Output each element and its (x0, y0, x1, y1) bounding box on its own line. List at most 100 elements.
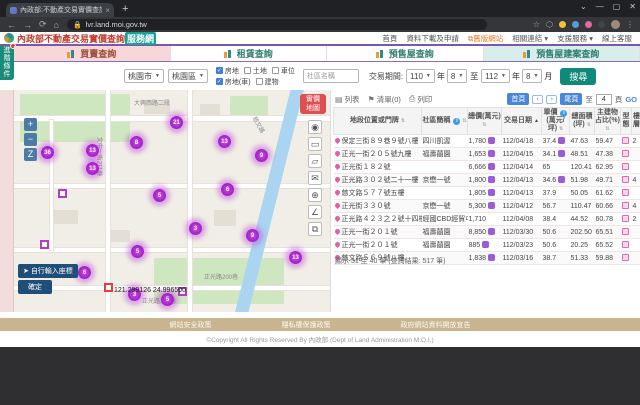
confirm-button[interactable]: 確定 (18, 280, 52, 294)
profile-avatar[interactable] (611, 20, 620, 29)
detail-icon[interactable] (488, 228, 495, 235)
price-cluster-marker[interactable]: 13 (86, 144, 99, 157)
column-header-交易日期[interactable]: 交易日期 ▲ (502, 108, 542, 135)
advanced-drawer-strip[interactable] (0, 90, 14, 312)
price-cluster-marker[interactable]: 13 (289, 251, 302, 264)
column-header-社區簡稱[interactable]: 社區簡稱 i ⇅ (422, 108, 468, 135)
month-from-select[interactable]: 8▼ (447, 69, 467, 83)
detail-icon[interactable] (488, 176, 495, 183)
building-type-icon[interactable] (622, 176, 629, 183)
extensions-icon[interactable]: ⬡ (546, 20, 553, 29)
tab-search-icon[interactable]: ⌄ (580, 2, 587, 11)
checkbox-房地[interactable]: 房地 (216, 66, 239, 76)
tab-close-icon[interactable]: × (105, 6, 110, 15)
year-to-select[interactable]: 112▼ (481, 69, 510, 83)
price-cluster-marker[interactable]: 36 (41, 146, 54, 159)
building-type-icon[interactable] (622, 228, 629, 235)
single-price-marker[interactable] (58, 189, 67, 198)
checkbox-box[interactable] (272, 67, 279, 74)
map-canvas[interactable]: 文中一街211巷正光路200巷正光路194巷慈文路大興西路二段 36131382… (14, 90, 330, 312)
zoom-out-button[interactable]: − (24, 133, 37, 146)
building-type-icon[interactable] (622, 202, 629, 209)
address-cell[interactable]: 正光路４２３之２號十四樓 (334, 213, 422, 226)
price-map-button[interactable]: 實價地圖 (300, 94, 326, 114)
building-type-icon[interactable] (622, 189, 629, 196)
detail-icon[interactable] (488, 202, 495, 209)
page-number-input[interactable] (596, 94, 612, 105)
reload-icon[interactable]: ⟳ (39, 19, 47, 30)
tab-租賃查詢[interactable]: 租賃查詢 (171, 46, 328, 61)
footer-link-網站安全政策[interactable]: 網站安全政策 (170, 320, 212, 330)
extension-pink-icon[interactable] (585, 21, 592, 28)
last-page-button[interactable]: 尾頁 (560, 93, 582, 105)
tab-預售屋建案查詢[interactable]: 預售屋建案查詢 (484, 46, 640, 61)
nav-item-首頁[interactable]: 首頁 (382, 33, 397, 44)
column-header-總價(萬元)[interactable]: 總價(萬元) ⇅ (468, 108, 502, 135)
price-cluster-marker[interactable]: 6 (221, 183, 234, 196)
checkbox-建物[interactable]: 建物 (256, 77, 279, 87)
nav-item-資料下載及申請[interactable]: 資料下載及申請 (406, 33, 459, 44)
maximize-button[interactable]: ▢ (613, 2, 621, 11)
single-price-marker[interactable] (40, 240, 49, 249)
column-header-單價[interactable]: 單價 i(萬元/坪) ⇅ (542, 108, 570, 135)
detail-icon[interactable] (558, 176, 565, 183)
footer-link-隱私權保護政策[interactable]: 隱私權保護政策 (282, 320, 331, 330)
month-to-select[interactable]: 8▼ (522, 69, 542, 83)
city-select[interactable]: 桃園市▼ (124, 69, 164, 83)
building-type-icon[interactable] (622, 241, 629, 248)
detail-icon[interactable] (488, 163, 495, 170)
detail-icon[interactable] (488, 254, 495, 261)
checkbox-box[interactable] (244, 67, 251, 74)
marker-tool-icon[interactable]: ◉ (308, 120, 322, 134)
tab-預售屋查詢[interactable]: 預售屋查詢 (327, 46, 484, 61)
building-type-icon[interactable] (622, 215, 629, 222)
column-header-地段位置或門牌[interactable]: 地段位置或門牌 ⇅ (334, 108, 422, 135)
price-cluster-marker[interactable]: 21 (170, 116, 183, 129)
saved-list-button[interactable]: ⚑清單(0) (368, 94, 401, 105)
extension-dark-icon[interactable] (598, 21, 605, 28)
detail-icon[interactable] (488, 189, 495, 196)
advanced-conditions-tab[interactable]: 進階條件 (0, 46, 14, 80)
print-button[interactable]: ⎙列印 (409, 94, 432, 105)
building-type-icon[interactable] (622, 254, 629, 261)
zoom-in-button[interactable]: + (24, 118, 37, 131)
price-cluster-marker[interactable]: 5 (131, 245, 144, 258)
enter-coordinates-button[interactable]: ➤ 自行輸入座標 (18, 264, 78, 278)
bookmark-star-icon[interactable]: ☆ (533, 20, 540, 29)
nav-item-相關連結[interactable]: 相關連結 ▾ (512, 33, 548, 44)
next-page-button[interactable]: › (546, 95, 557, 104)
district-select[interactable]: 桃園區▼ (168, 69, 208, 83)
polygon-select-icon[interactable]: ▱ (308, 154, 322, 168)
nav-item-舊版網站[interactable]: ⧉舊版網站 (468, 33, 503, 44)
info-icon[interactable]: i (560, 110, 567, 117)
building-type-icon[interactable] (622, 137, 629, 144)
price-cluster-marker[interactable]: 3 (189, 222, 202, 235)
forward-icon[interactable]: → (23, 20, 32, 30)
extension-yellow-icon[interactable] (559, 21, 566, 28)
address-cell[interactable]: 正光街１８２號 (334, 161, 422, 174)
rectangle-select-icon[interactable]: ▭ (308, 137, 322, 151)
detail-icon[interactable] (558, 137, 565, 144)
go-button[interactable]: GO (625, 95, 637, 104)
address-cell[interactable]: 正光一街２０５號九樓 (334, 148, 422, 161)
checkbox-box[interactable] (216, 67, 223, 74)
measure-icon[interactable]: ∠ (308, 205, 322, 219)
extension-blue-icon[interactable] (572, 21, 579, 28)
price-cluster-marker[interactable]: 9 (255, 149, 268, 162)
building-type-icon[interactable] (622, 163, 629, 170)
checkbox-房地(車)[interactable]: 房地(車) (216, 77, 251, 87)
zoom-extent-button[interactable]: Z (24, 148, 37, 161)
menu-dots-icon[interactable]: ⋮ (626, 20, 634, 29)
price-cluster-marker[interactable]: 5 (161, 293, 174, 306)
price-cluster-marker[interactable]: 8 (130, 136, 143, 149)
address-cell[interactable]: 保定三街８９巷９號八樓 (334, 135, 422, 148)
search-button[interactable]: 搜尋 (560, 68, 596, 85)
detail-icon[interactable] (482, 241, 489, 248)
checkbox-土地[interactable]: 土地 (244, 66, 267, 76)
back-icon[interactable]: ← (7, 20, 16, 30)
browser-tab[interactable]: 內政部:不動產交易實價查詢服務網 × (6, 3, 114, 17)
column-header-主建物[interactable]: 主建物占比(%) ⇅ (595, 108, 621, 135)
detail-icon[interactable] (488, 150, 495, 157)
building-type-icon[interactable] (622, 150, 629, 157)
tab-買賣查詢[interactable]: 買賣查詢 (14, 46, 171, 61)
